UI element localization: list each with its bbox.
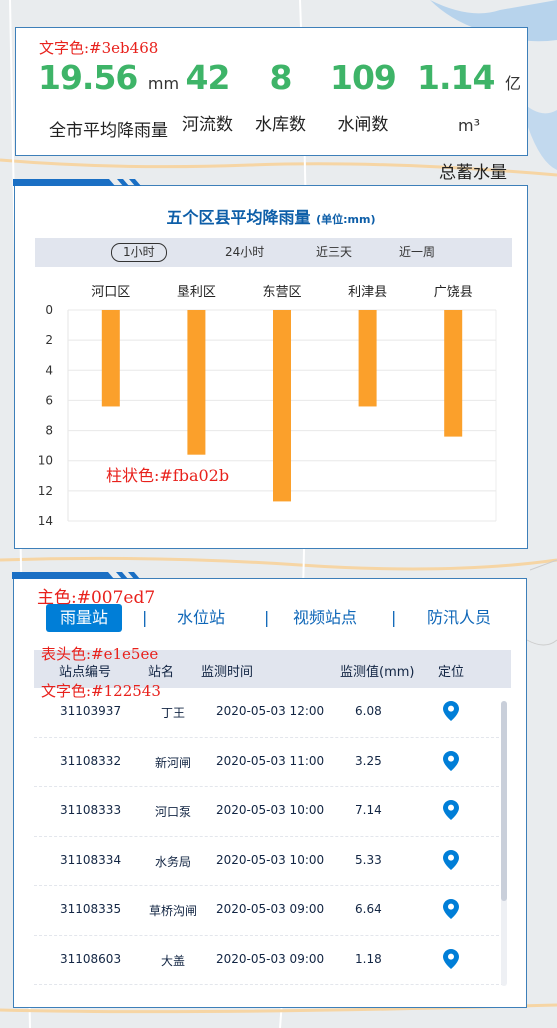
panel-corner-decoration [13,179,141,186]
bar [358,310,377,407]
tab-flood-personnel[interactable]: 防汛人员 [427,604,491,632]
y-tick-label: 12 [38,484,53,498]
cell-monitor-value: 3.25 [355,753,382,768]
bar [444,310,463,437]
stat-value: 42 [185,58,231,97]
map-pin-icon[interactable] [443,800,459,820]
y-tick-label: 2 [45,333,53,347]
annotation-bar-color: 柱状色:#fba02b [106,466,230,485]
table-scrollbar[interactable] [501,701,507,986]
y-tick-label: 14 [38,514,53,526]
cell-monitor-value: 1.18 [355,951,382,966]
map-pin-icon[interactable] [443,899,459,919]
stat-label: 全市平均降雨量 [49,121,169,141]
cell-station-id: 31103937 [60,704,122,718]
y-tick-label: 8 [45,424,53,438]
tab-24-hours[interactable]: 24小时 [225,244,264,261]
y-tick-label: 10 [38,454,53,468]
table-body: 31103937 丁王 2020-05-03 12:00 6.08 31108332 新河… [34,688,504,985]
stat-avg-rainfall: 19.56 mm 全市平均降雨量 [38,58,180,142]
stat-value: 109 [330,58,397,97]
table-row[interactable]: 31108334 水务局 2020-05-03 10:00 5.33 [34,837,504,886]
cell-monitor-value: 6.64 [355,902,382,916]
station-type-tabs: 雨量站 | 水位站 | 视频站点 | 防汛人员 [14,604,526,634]
map-pin-icon[interactable] [443,701,459,721]
tab-separator: | [264,608,270,627]
table-row[interactable]: 31108332 新河闸 2020-05-03 11:00 3.25 [34,738,504,787]
cell-station-id: 31108334 [60,852,122,867]
map-pin-icon[interactable] [443,948,459,969]
table-row[interactable]: 31108603 大盖 2020-05-03 09:00 1.18 [34,936,504,985]
chart-title: 五个区县平均降雨量 (单位:mm) [166,208,376,227]
y-tick-label: 4 [45,363,53,377]
map-pin-icon[interactable] [443,750,459,771]
table-row[interactable]: 31108333 河口泵 2020-05-03 10:00 7.14 [34,787,504,837]
annotation-table-text-color: 文字色:#122543 [41,682,161,700]
cell-station-name: 新河闸 [154,755,191,770]
stat-value: 19.56 mm [38,58,180,97]
stat-sluices: 109 水闸数 [330,58,397,136]
y-tick-label: 0 [45,303,53,317]
cell-monitor-value: 5.33 [355,852,382,867]
category-label: 利津县 [348,285,387,300]
table-row[interactable]: 31108335 草桥沟闸 2020-05-03 09:00 6.64 [34,886,504,936]
tab-water-level-stations[interactable]: 水位站 [177,604,225,632]
cell-station-name: 丁王 [160,706,185,720]
category-label: 垦利区 [177,285,216,300]
stat-rivers: 42 河流数 [182,58,233,136]
tab-3-days[interactable]: 近三天 [316,244,352,261]
y-tick-label: 6 [45,393,53,407]
cell-station-id: 31108333 [60,803,122,817]
tab-separator: | [142,608,148,627]
bar [187,310,206,455]
cell-monitor-time: 2020-05-03 11:00 [216,753,325,768]
cell-station-name: 草桥沟闸 [148,904,197,918]
chart-period-tabs: 1小时 24小时 近三天 近一周 [35,238,512,267]
panel-corner-decoration [12,572,140,579]
stat-label: 水库数 [255,115,306,135]
category-label: 广饶县 [434,285,473,300]
column-monitor-time: 监测时间 [201,665,254,680]
tab-rain-stations[interactable]: 雨量站 [46,604,123,632]
cell-station-id: 31108335 [60,902,122,916]
stat-label: 河流数 [182,115,233,135]
cell-station-name: 河口泵 [154,805,191,819]
bar-chart: 0 2 4 6 8 10 12 14 河口区 垦利区 东营区 利津县 广饶县 [38,285,497,526]
stat-reservoirs: 8 水库数 [255,58,306,136]
tab-video-stations[interactable]: 视频站点 [293,604,357,632]
cell-monitor-time: 2020-05-03 10:00 [216,852,325,867]
cell-monitor-value: 7.14 [355,803,382,817]
bar [273,310,291,502]
cell-monitor-time: 2020-05-03 10:00 [216,803,325,817]
bar [101,310,120,407]
tab-separator: | [391,608,397,627]
cell-monitor-time: 2020-05-03 12:00 [216,704,325,718]
cell-station-id: 31108332 [60,753,122,768]
map-pin-icon[interactable] [443,849,459,870]
column-monitor-value: 监测值(mm) [340,665,415,680]
stat-label: 水闸数 [337,115,389,135]
cell-monitor-value: 6.08 [355,704,382,718]
annotation-text-color: 文字色:#3eb468 [39,39,159,57]
rainfall-chart-panel: 五个区县平均降雨量 (单位:mm) 1小时 24小时 近三天 近一周 0 2 4 6 8… [13,179,528,549]
stat-value: 8 [269,58,293,97]
tab-1-hour[interactable]: 1小时 [111,243,167,262]
category-label: 河口区 [91,285,130,300]
annotation-main-color: 主色:#007ed7 [37,588,156,608]
stat-value: 1.14 亿m³ [417,58,521,136]
column-location: 定位 [438,665,465,680]
stat-total-storage: 1.14 亿m³ 总蓄水量 [411,58,527,184]
category-label: 东营区 [262,285,301,300]
cell-station-id: 31108603 [60,951,122,966]
cell-monitor-time: 2020-05-03 09:00 [216,902,325,916]
cell-station-name: 大盖 [160,953,185,968]
scrollbar-thumb[interactable] [501,701,507,901]
tab-1-week[interactable]: 近一周 [399,244,435,261]
cell-station-name: 水务局 [154,854,191,869]
stat-label: 总蓄水量 [439,163,507,183]
cell-monitor-time: 2020-05-03 09:00 [216,951,325,966]
annotation-header-color: 表头色:#e1e5ee [41,645,159,663]
